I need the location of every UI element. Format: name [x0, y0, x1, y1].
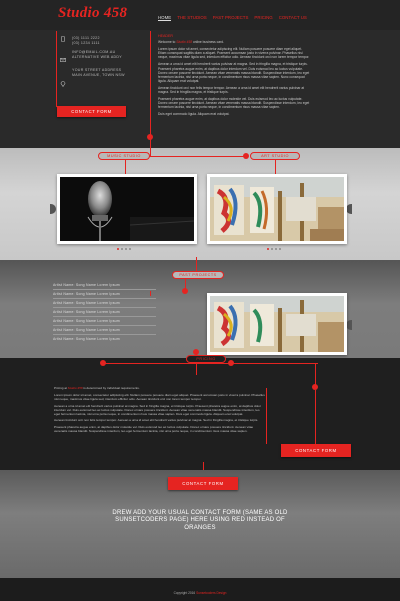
paragraph: Aenean a urna id amet elit hendrerit var… [158, 62, 310, 83]
connector-line [275, 160, 276, 174]
pricing-label[interactable]: PRICING [186, 355, 226, 363]
song-item[interactable]: Artist Name: Song Name Lorem Ipsum [53, 292, 156, 296]
paragraph: Aenean a urna id amet elit hendrerit var… [54, 403, 261, 416]
music-studio-label[interactable]: MUSIC STUDIO [98, 152, 150, 160]
past-project-photo [207, 293, 347, 355]
nav-the-studios[interactable]: THE STUDIOS [177, 15, 207, 21]
pricing-intro: Pricing at Studio 458 is determined by i… [54, 386, 140, 390]
slider-pager[interactable] [117, 248, 131, 250]
footer-link[interactable]: Sunsetcoders Design [196, 591, 226, 595]
welcome-intro: Welcome to Studio 458 online business ca… [158, 40, 224, 45]
placeholder-note: DREW ADD YOUR USUAL CONTACT FORM (SAME A… [112, 510, 288, 531]
contact-form-button[interactable]: CONTACT FORM [57, 106, 126, 117]
nav-contact-us[interactable]: CONTACT US [279, 15, 307, 21]
connector-dot [182, 288, 188, 294]
divider-line [56, 31, 57, 107]
nav-pricing[interactable]: PRICING [254, 15, 272, 21]
connector-dot [147, 134, 153, 140]
slider-pager[interactable] [267, 248, 281, 250]
site-footer [0, 578, 400, 601]
contact-details: (03) 1111 2222 (03) 1234 1111 INFO@EMAIL… [72, 36, 152, 78]
connector-line [125, 160, 126, 174]
email-icon [60, 57, 66, 64]
copyright-text: Copyright 2016 Sunsetcoders Design [173, 591, 227, 595]
song-item[interactable]: Artist Name: Song Name Lorem Ipsum [53, 328, 156, 332]
song-item[interactable]: Artist Name: Song Name Lorem Ipsum [53, 319, 156, 323]
paragraph: Aenean tincidunt orci non felis tempor t… [54, 418, 259, 423]
location-icon [60, 80, 66, 88]
connector-dot [228, 360, 234, 366]
connector-line [103, 363, 318, 364]
phone-icon [60, 36, 66, 43]
section-heading: HEADER [158, 34, 173, 38]
pricing-text: Pricing at Studio 458 is determined by i… [54, 386, 266, 437]
paragraph: Lorem ipsum dolor sit amet, consectetur … [158, 47, 310, 60]
main-nav: HOME THE STUDIOS PAST PROJECTS PRICING C… [158, 15, 307, 21]
song-item[interactable]: Artist Name: Song Name Lorem Ipsum [53, 283, 156, 287]
paragraph: Lorem ipsum dolor sit amet, consectetur … [54, 392, 265, 401]
connector-line [266, 388, 267, 444]
contact-form-button[interactable]: CONTACT FORM [281, 444, 351, 457]
connector-line [315, 363, 316, 386]
connector-line [315, 390, 316, 444]
paragraph: Duis eget commodo ligula. Aliquam erat v… [158, 112, 230, 117]
paragraph: Praesent pharetra augue enim, at dapibus… [158, 97, 310, 110]
town-address: MAIN AVENUE, TOWN NSW [72, 73, 125, 77]
paragraph: Aenean tincidunt orci non felis tempor t… [158, 85, 305, 95]
past-projects-label[interactable]: PAST PROJECTS [172, 271, 224, 279]
contact-form-button[interactable]: CONTACT FORM [168, 477, 238, 490]
art-studio-label[interactable]: ART STUDIO [250, 152, 300, 160]
site-logo[interactable]: Studio 458 [58, 5, 127, 22]
connector-dot [100, 360, 106, 366]
connector-dot [243, 153, 249, 159]
nav-home[interactable]: HOME [158, 15, 172, 21]
nav-past-projects[interactable]: PAST PROJECTS [213, 15, 249, 21]
art-studio-photo [207, 174, 347, 244]
connector-line [138, 156, 246, 157]
song-item[interactable]: Artist Name: Song Name Lorem Ipsum [53, 310, 156, 314]
music-studio-photo [57, 174, 197, 244]
song-list: Artist Name: Song Name Lorem Ipsum Artis… [53, 283, 156, 341]
song-item[interactable]: Artist Name: Song Name Lorem Ipsum [53, 301, 156, 305]
song-item[interactable]: Artist Name: Song Name Lorem Ipsum [53, 337, 156, 341]
welcome-text: HEADER Welcome to Studio 458 online busi… [158, 34, 310, 120]
paragraph: Praesent pharetra augue enim, at dapibus… [54, 425, 254, 434]
